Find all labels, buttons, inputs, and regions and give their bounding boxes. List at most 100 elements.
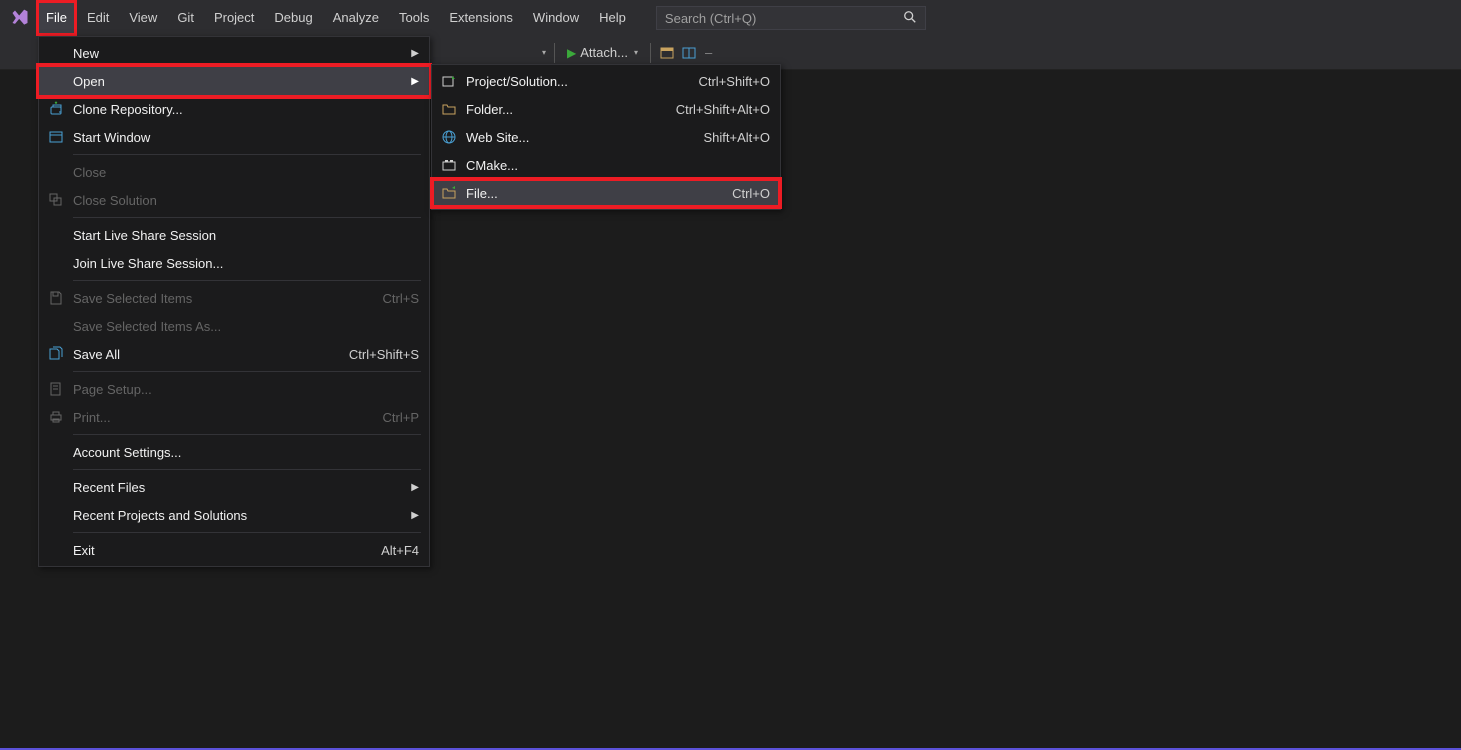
- menu-item-shortcut: Ctrl+O: [732, 186, 770, 201]
- file-menu-start-window[interactable]: Start Window: [39, 123, 429, 151]
- file-menu-close-solution: Close Solution: [39, 186, 429, 214]
- menu-item-label: Folder...: [466, 102, 656, 117]
- file-menu-print: Print... Ctrl+P: [39, 403, 429, 431]
- menu-item-label: Save All: [73, 347, 329, 362]
- menu-separator: [73, 469, 421, 470]
- menu-item-shortcut: Shift+Alt+O: [704, 130, 770, 145]
- menu-item-shortcut: Ctrl+Shift+S: [349, 347, 419, 362]
- menu-item-label: Save Selected Items As...: [73, 319, 419, 334]
- file-menu-open[interactable]: Open▶: [39, 67, 429, 95]
- menu-git[interactable]: Git: [167, 0, 204, 36]
- clone-icon: [45, 101, 67, 117]
- menu-separator: [73, 280, 421, 281]
- file-menu-save-all[interactable]: Save All Ctrl+Shift+S: [39, 340, 429, 368]
- menu-project[interactable]: Project: [204, 0, 264, 36]
- submenu-arrow-icon: ▶: [405, 482, 419, 493]
- menu-item-label: Exit: [73, 543, 361, 558]
- toolbar-separator: [650, 43, 651, 63]
- menu-item-label: Project/Solution...: [466, 74, 678, 89]
- attach-button[interactable]: ▶ Attach... ▾: [563, 45, 642, 60]
- closesln-icon: [45, 192, 67, 208]
- vs-logo-icon: [4, 2, 36, 34]
- menu-item-label: Recent Projects and Solutions: [73, 508, 405, 523]
- menu-file[interactable]: File: [36, 0, 77, 36]
- menu-separator: [73, 371, 421, 372]
- menu-item-label: Page Setup...: [73, 382, 419, 397]
- menu-item-label: Start Live Share Session: [73, 228, 419, 243]
- file-menu-save-selected-items-as: Save Selected Items As...: [39, 312, 429, 340]
- open-submenu-cmake[interactable]: CMake...: [432, 151, 780, 179]
- toolbar-dropdown-icon[interactable]: ▾: [542, 48, 546, 57]
- menu-item-label: Account Settings...: [73, 445, 419, 460]
- menu-view[interactable]: View: [119, 0, 167, 36]
- menu-item-label: Print...: [73, 410, 363, 425]
- file-menu-exit[interactable]: Exit Alt+F4: [39, 536, 429, 564]
- menu-edit[interactable]: Edit: [77, 0, 119, 36]
- file-menu-recent-projects-and-solutions[interactable]: Recent Projects and Solutions▶: [39, 501, 429, 529]
- toolbar-icon-2[interactable]: [681, 45, 699, 61]
- menu-window[interactable]: Window: [523, 0, 589, 36]
- file-icon: [438, 185, 460, 201]
- print-icon: [45, 409, 67, 425]
- file-menu-account-settings[interactable]: Account Settings...: [39, 438, 429, 466]
- menu-analyze[interactable]: Analyze: [323, 0, 389, 36]
- open-submenu-folder[interactable]: Folder...Ctrl+Shift+Alt+O: [432, 95, 780, 123]
- toolbar-icon-1[interactable]: [659, 45, 677, 61]
- file-menu-save-selected-items: Save Selected Items Ctrl+S: [39, 284, 429, 312]
- proj-icon: [438, 73, 460, 89]
- open-submenu-file[interactable]: File... Ctrl+O: [432, 179, 780, 207]
- menu-separator: [73, 532, 421, 533]
- menu-item-label: Clone Repository...: [73, 102, 419, 117]
- menu-item-label: Web Site...: [466, 130, 684, 145]
- menu-item-shortcut: Ctrl+S: [383, 291, 419, 306]
- pagesetup-icon: [45, 381, 67, 397]
- play-icon: ▶: [567, 46, 576, 60]
- file-menu-new[interactable]: New▶: [39, 39, 429, 67]
- menu-item-shortcut: Ctrl+Shift+O: [698, 74, 770, 89]
- menu-help[interactable]: Help: [589, 0, 636, 36]
- submenu-arrow-icon: ▶: [405, 48, 419, 59]
- menu-item-label: Join Live Share Session...: [73, 256, 419, 271]
- open-row-highlight: Open▶: [39, 66, 429, 96]
- toolbar-separator: [554, 43, 555, 63]
- web-icon: [438, 129, 460, 145]
- submenu-arrow-icon: ▶: [405, 76, 419, 87]
- file-menu-start-live-share-session[interactable]: Start Live Share Session: [39, 221, 429, 249]
- menu-item-label: Start Window: [73, 130, 419, 145]
- chevron-down-icon: ▾: [634, 48, 638, 57]
- menu-item-label: Open: [73, 74, 405, 89]
- menu-item-label: CMake...: [466, 158, 770, 173]
- menu-debug[interactable]: Debug: [264, 0, 322, 36]
- file-menu-close: Close: [39, 158, 429, 186]
- menu-item-label: New: [73, 46, 405, 61]
- window-icon: [45, 129, 67, 145]
- menu-tools[interactable]: Tools: [389, 0, 439, 36]
- search-icon: [903, 10, 917, 27]
- open-submenu-project-solution[interactable]: Project/Solution... Ctrl+Shift+O: [432, 67, 780, 95]
- file-menu-page-setup: Page Setup...: [39, 375, 429, 403]
- open-submenu-dropdown: Project/Solution... Ctrl+Shift+O Folder...…: [431, 64, 781, 210]
- menu-extensions[interactable]: Extensions: [439, 0, 523, 36]
- saveall-icon: [45, 346, 67, 362]
- file-menu-recent-files[interactable]: Recent Files▶: [39, 473, 429, 501]
- menubar: FileEditViewGitProjectDebugAnalyzeToolsE…: [0, 0, 1461, 36]
- file-menu-join-live-share-session[interactable]: Join Live Share Session...: [39, 249, 429, 277]
- search-input[interactable]: Search (Ctrl+Q): [656, 6, 926, 30]
- menu-separator: [73, 154, 421, 155]
- overflow-icon[interactable]: –: [705, 45, 712, 60]
- submenu-arrow-icon: ▶: [405, 510, 419, 521]
- menu-item-shortcut: Ctrl+P: [383, 410, 419, 425]
- file-menu-dropdown: New▶Open▶Clone Repository...Start Window…: [38, 36, 430, 567]
- save-icon: [45, 290, 67, 306]
- folder-icon: [438, 101, 460, 117]
- menu-item-shortcut: Alt+F4: [381, 543, 419, 558]
- search-placeholder: Search (Ctrl+Q): [665, 11, 903, 26]
- menu-item-label: File...: [466, 186, 712, 201]
- file-menu-clone-repository[interactable]: Clone Repository...: [39, 95, 429, 123]
- menu-item-label: Close Solution: [73, 193, 419, 208]
- open-submenu-web-site[interactable]: Web Site... Shift+Alt+O: [432, 123, 780, 151]
- menu-item-label: Close: [73, 165, 419, 180]
- menu-item-label: Recent Files: [73, 480, 405, 495]
- menu-item-label: Save Selected Items: [73, 291, 363, 306]
- menu-separator: [73, 217, 421, 218]
